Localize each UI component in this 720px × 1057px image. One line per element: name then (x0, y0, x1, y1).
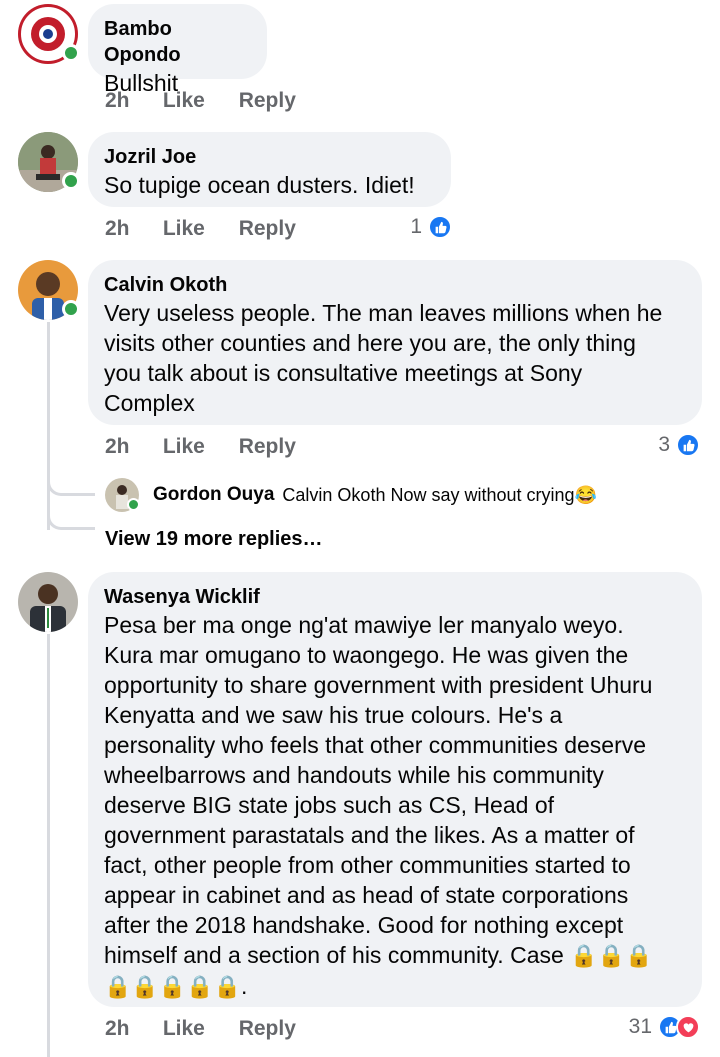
reply-author[interactable]: Gordon Ouya (153, 484, 274, 506)
comment-text-line: appear in cabinet and as head of state c… (104, 882, 629, 908)
like-button[interactable]: Like (163, 435, 233, 459)
reactions-summary[interactable]: 1 (410, 215, 452, 239)
online-status-dot (62, 44, 80, 62)
reply-button[interactable]: Reply (239, 217, 296, 241)
thread-line (47, 322, 50, 530)
like-button[interactable]: Like (163, 89, 233, 113)
comment-bubble: Bambo Opondo Bullshit (88, 4, 267, 96)
comment-text-line: deserve BIG state jobs such as CS, Head … (104, 792, 555, 818)
comment-author[interactable]: Bambo Opondo (104, 16, 251, 68)
online-status-dot (62, 172, 80, 190)
comment-actions: 2h Like Reply (105, 1017, 296, 1041)
reply-button[interactable]: Reply (239, 89, 296, 113)
thread-branch (47, 470, 95, 496)
comment-text-line: personality who feels that other communi… (104, 732, 647, 758)
comment-author[interactable]: Calvin Okoth (104, 272, 686, 298)
avatar-image (18, 572, 78, 632)
reply-button[interactable]: Reply (239, 435, 296, 459)
comment-text-line: Very useless people. The man leaves mill… (104, 300, 663, 326)
like-button[interactable]: Like (163, 1017, 233, 1041)
lock-icon: 🔒 (131, 974, 159, 999)
lock-icon: 🔒 (213, 974, 242, 999)
lock-icon: 🔒 (186, 974, 214, 999)
timestamp[interactable]: 2h (105, 89, 157, 113)
timestamp[interactable]: 2h (105, 1017, 157, 1041)
reaction-count: 31 (628, 1015, 652, 1038)
reply-preview[interactable]: Gordon Ouya Calvin Okoth Now say without… (105, 478, 597, 512)
comment-text-line: opportunity to share government with pre… (104, 672, 653, 698)
view-more-replies-link[interactable]: View 19 more replies… (105, 528, 323, 551)
reaction-count: 3 (658, 433, 670, 456)
reply-button[interactable]: Reply (239, 1017, 296, 1041)
comment-author[interactable]: Wasenya Wicklif (104, 584, 686, 610)
lock-icon: 🔒 (597, 943, 625, 968)
online-status-dot (127, 498, 140, 511)
comment-actions: 2h Like Reply (105, 217, 296, 241)
comment-text-line-locks: 🔒🔒🔒🔒🔒. (104, 971, 686, 1002)
like-button[interactable]: Like (163, 217, 233, 241)
comment-text-line: Pesa ber ma onge ng'at mawiye ler manyal… (104, 612, 624, 638)
love-reaction-icon (676, 1015, 700, 1039)
reactions-summary[interactable]: 3 (658, 433, 700, 457)
comment-text: So tupige ocean dusters. Idiet! (104, 172, 415, 198)
laughing-emoji-icon: 😂 (574, 484, 597, 505)
comment-bubble: Jozril Joe So tupige ocean dusters. Idie… (88, 132, 451, 207)
comment-bubble: Calvin Okoth Very useless people. The ma… (88, 260, 702, 425)
like-reaction-icon (676, 433, 700, 457)
thread-line (47, 634, 50, 1057)
reaction-count: 1 (410, 215, 422, 238)
like-reaction-icon (428, 215, 452, 239)
reply-text: Calvin Okoth Now say without crying (282, 484, 575, 505)
comment-text-line: Kura mar omugano to waongego. He was giv… (104, 642, 629, 668)
comment-text-line: Complex (104, 390, 195, 416)
comment-bubble: Wasenya Wicklif Pesa ber ma onge ng'at m… (88, 572, 702, 1007)
online-status-dot (62, 300, 80, 318)
comment-text-line: wheelbarrows and handouts while his comm… (104, 762, 604, 788)
comment-text-line: fact, other people from other communitie… (104, 852, 631, 878)
avatar[interactable] (18, 572, 78, 632)
comment-text-line: government parastatals and the likes. As… (104, 822, 635, 848)
reactions-summary[interactable]: 31 (629, 1015, 700, 1039)
comment-text-fragment: himself and a section of his community. … (104, 942, 564, 968)
comment-text-line: Kenyatta and we saw his true colours. He… (104, 702, 563, 728)
comment-text-line: visits other counties and here you are, … (104, 330, 636, 356)
comment-author[interactable]: Jozril Joe (104, 144, 435, 170)
lock-icon: 🔒 (158, 974, 187, 999)
comment-text-line: after the 2018 handshake. Good for nothi… (104, 912, 624, 938)
comment-actions: 2h Like Reply (105, 435, 296, 459)
comment-text-line-with-locks: himself and a section of his community. … (104, 940, 686, 971)
thread-branch (47, 510, 95, 530)
comment-actions: 2h Like Reply (105, 89, 296, 113)
comment-text-line: you talk about is consultative meetings … (104, 360, 583, 386)
timestamp[interactable]: 2h (105, 217, 157, 241)
lock-icon: 🔒 (624, 943, 653, 968)
timestamp[interactable]: 2h (105, 435, 157, 459)
lock-icon: 🔒 (104, 974, 132, 999)
lock-icon: 🔒 (570, 943, 598, 968)
comment-text-fragment: . (241, 973, 248, 999)
